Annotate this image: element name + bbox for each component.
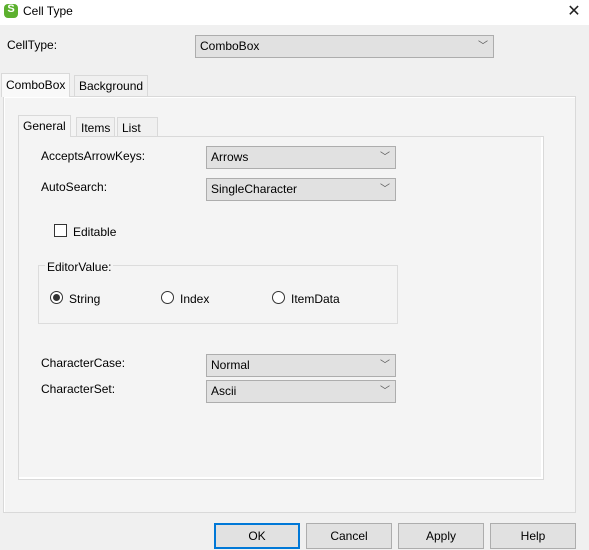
- tab-combobox-label: ComboBox: [6, 78, 66, 92]
- radio-itemdata[interactable]: [272, 291, 285, 304]
- auto-search-value: SingleCharacter: [211, 182, 298, 196]
- editable-label: Editable: [73, 225, 117, 239]
- tab-list[interactable]: List: [117, 117, 158, 136]
- tab-items[interactable]: Items: [76, 117, 116, 136]
- character-case-value: Normal: [211, 358, 250, 372]
- radio-itemdata-label: ItemData: [291, 292, 340, 306]
- radio-string[interactable]: [50, 291, 63, 304]
- close-icon: ✕: [567, 1, 581, 20]
- auto-search-label: AutoSearch:: [41, 180, 108, 194]
- chevron-down-icon: ﹀: [380, 360, 390, 371]
- character-set-select[interactable]: Ascii ﹀: [206, 380, 396, 403]
- accepts-arrow-keys-label: AcceptsArrowKeys:: [41, 149, 146, 163]
- auto-search-select[interactable]: SingleCharacter ﹀: [206, 178, 396, 201]
- editable-checkbox[interactable]: [54, 224, 67, 237]
- radio-index-label: Index: [180, 292, 210, 306]
- tab-items-label: Items: [81, 121, 111, 135]
- radio-string-label: String: [69, 292, 101, 306]
- accepts-arrow-keys-select[interactable]: Arrows ﹀: [206, 146, 396, 169]
- accepts-arrow-keys-value: Arrows: [211, 150, 249, 164]
- character-set-label: CharacterSet:: [41, 382, 116, 396]
- celltype-label: CellType:: [7, 38, 58, 52]
- app-logo-icon: [4, 3, 18, 18]
- chevron-down-icon: ﹀: [380, 386, 390, 397]
- title-bar: Cell Type ✕: [0, 0, 589, 25]
- character-case-label: CharacterCase:: [41, 356, 126, 370]
- character-case-select[interactable]: Normal ﹀: [206, 354, 396, 377]
- tab-list-label: List: [122, 121, 141, 135]
- window-title: Cell Type: [23, 4, 73, 18]
- help-button[interactable]: Help: [490, 523, 576, 549]
- celltype-select[interactable]: ComboBox ﹀: [195, 35, 494, 58]
- tab-background-label: Background: [79, 79, 144, 93]
- tab-combobox[interactable]: ComboBox: [1, 73, 71, 97]
- ok-button[interactable]: OK: [214, 523, 300, 549]
- character-set-value: Ascii: [211, 384, 237, 398]
- chevron-down-icon: ﹀: [380, 152, 390, 163]
- celltype-value: ComboBox: [200, 39, 260, 53]
- tab-general-label: General: [23, 119, 66, 133]
- cancel-button[interactable]: Cancel: [306, 523, 392, 549]
- close-button[interactable]: ✕: [559, 0, 589, 24]
- apply-button[interactable]: Apply: [398, 523, 484, 549]
- chevron-down-icon: ﹀: [478, 41, 488, 52]
- tab-general[interactable]: General: [18, 115, 71, 137]
- chevron-down-icon: ﹀: [380, 184, 390, 195]
- editor-value-legend: EditorValue:: [45, 260, 114, 274]
- tab-background[interactable]: Background: [74, 75, 149, 96]
- radio-index[interactable]: [161, 291, 174, 304]
